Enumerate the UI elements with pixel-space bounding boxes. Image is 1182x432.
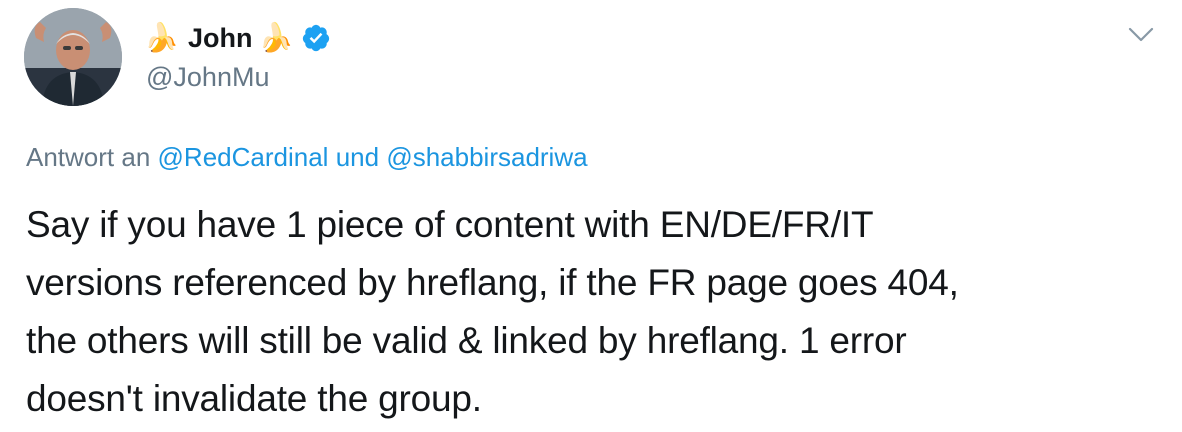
mention-link[interactable]: @shabbirsadriwa <box>386 142 587 172</box>
tweet-text-line: the others will still be valid & linked … <box>26 320 907 361</box>
mention-link[interactable]: @RedCardinal <box>158 142 329 172</box>
tweet-text-line: Say if you have 1 piece of content with … <box>26 204 874 245</box>
avatar-photo <box>24 8 122 106</box>
reply-prefix: Antwort an <box>26 142 151 172</box>
verified-badge-icon <box>302 24 329 52</box>
reply-conjunction: und <box>335 142 380 172</box>
banana-emoji-icon: 🍌 <box>258 22 294 53</box>
banana-emoji-icon: 🍌 <box>144 22 179 53</box>
tweet-text-line: doesn't invalidate the group. <box>26 378 482 419</box>
author-name-row[interactable]: 🍌 John 🍌 <box>144 20 331 56</box>
chevron-down-icon[interactable] <box>1124 18 1158 52</box>
tweet-text-line: versions referenced by hreflang, if the … <box>26 262 959 303</box>
reply-context: Antwort an @RedCardinal und @shabbirsadr… <box>26 140 588 174</box>
author-display-name[interactable]: John <box>188 20 253 56</box>
tweet-card: 🍌 John 🍌 @JohnMu Antwort an @RedCardinal… <box>0 0 1182 432</box>
avatar[interactable] <box>24 8 122 106</box>
tweet-text: Say if you have 1 piece of content with … <box>26 196 1166 428</box>
author-handle[interactable]: @JohnMu <box>146 60 269 94</box>
